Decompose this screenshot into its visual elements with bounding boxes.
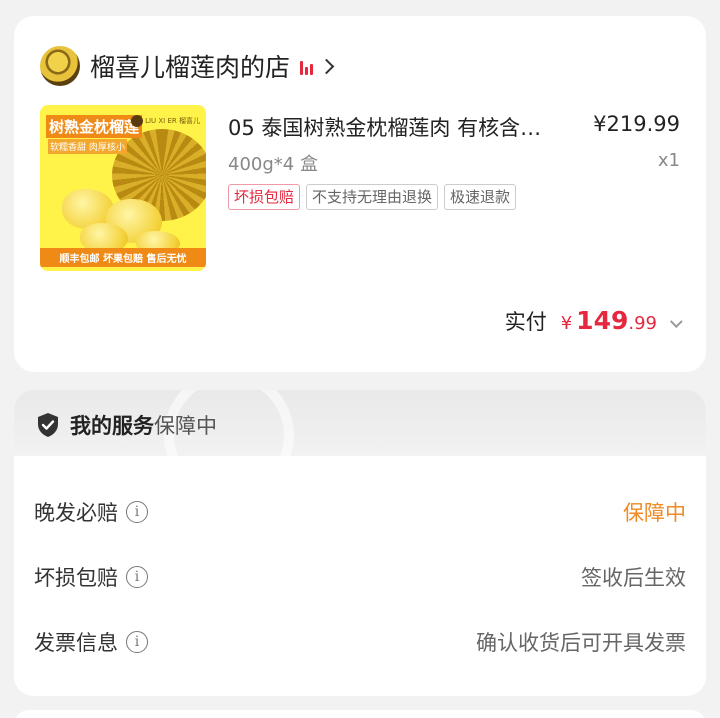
service-header: 我的服务 保障中	[14, 390, 706, 500]
service-list: 晚发必赔 i 保障中 坏损包赔 i 签收后生效 发票信息 i 确认收货后可开具发…	[14, 456, 706, 696]
tag-damage-compensation: 坏损包赔	[228, 184, 301, 210]
service-card: 我的服务 保障中 晚发必赔 i 保障中 坏损包赔 i 签收后生效 发票信息 i …	[14, 390, 706, 696]
paid-amount-decimal: .99	[628, 313, 657, 334]
service-value: 保障中	[623, 501, 686, 525]
paid-amount-row[interactable]: 实付 ¥ 149 .99	[504, 306, 683, 336]
service-label: 发票信息	[34, 631, 118, 655]
service-title: 我的服务	[70, 414, 154, 438]
service-row-late-shipment[interactable]: 晚发必赔 i 保障中	[34, 492, 686, 532]
signal-bars-icon	[300, 57, 314, 75]
service-label: 晚发必赔	[34, 501, 118, 525]
service-row-invoice[interactable]: 发票信息 i 确认收货后可开具发票	[34, 622, 686, 662]
product-tags: 坏损包赔 不支持无理由退换 极速退款	[228, 184, 517, 210]
paid-amount-integer: 149	[576, 306, 629, 335]
product-spec: 400g*4 盒	[228, 154, 318, 175]
service-status: 保障中	[154, 414, 217, 438]
shop-name[interactable]: 榴喜儿榴莲肉的店	[90, 48, 290, 84]
shield-check-icon	[38, 413, 58, 437]
product-title[interactable]: 05 泰国树熟金枕榴莲肉 有核含…	[228, 112, 578, 142]
next-card	[14, 710, 706, 718]
info-icon[interactable]: i	[126, 566, 148, 588]
service-row-damage[interactable]: 坏损包赔 i 签收后生效	[34, 557, 686, 597]
order-card: 榴喜儿榴莲肉的店 树熟金枕榴莲 软糯香甜 肉厚核小 LIU XI ER 榴喜儿 …	[14, 16, 706, 372]
paid-currency: ¥	[560, 313, 573, 334]
tag-fast-refund: 极速退款	[444, 184, 517, 210]
product-thumbnail[interactable]: 树熟金枕榴莲 软糯香甜 肉厚核小 LIU XI ER 榴喜儿 顺丰包邮 坏果包赔…	[40, 105, 206, 271]
shop-header[interactable]: 榴喜儿榴莲肉的店	[40, 44, 335, 88]
chevron-down-icon[interactable]	[669, 315, 683, 329]
tag-no-free-return: 不支持无理由退换	[306, 184, 439, 210]
thumb-logo: LIU XI ER 榴喜儿	[131, 115, 200, 127]
thumb-subtitle: 软糯香甜 肉厚核小	[48, 139, 127, 154]
product-price: ¥219.99	[593, 112, 680, 136]
product-quantity: x1	[657, 150, 680, 171]
paid-label: 实付	[504, 310, 547, 334]
service-label: 坏损包赔	[34, 566, 118, 590]
service-value: 签收后生效	[581, 566, 686, 590]
chevron-right-icon[interactable]	[318, 58, 335, 74]
service-value: 确认收货后可开具发票	[476, 631, 686, 655]
info-icon[interactable]: i	[126, 631, 148, 653]
thumb-title: 树熟金枕榴莲	[46, 115, 143, 138]
shop-logo	[40, 46, 80, 86]
thumb-footer: 顺丰包邮 坏果包赔 售后无忧	[40, 248, 206, 267]
info-icon[interactable]: i	[126, 501, 148, 523]
